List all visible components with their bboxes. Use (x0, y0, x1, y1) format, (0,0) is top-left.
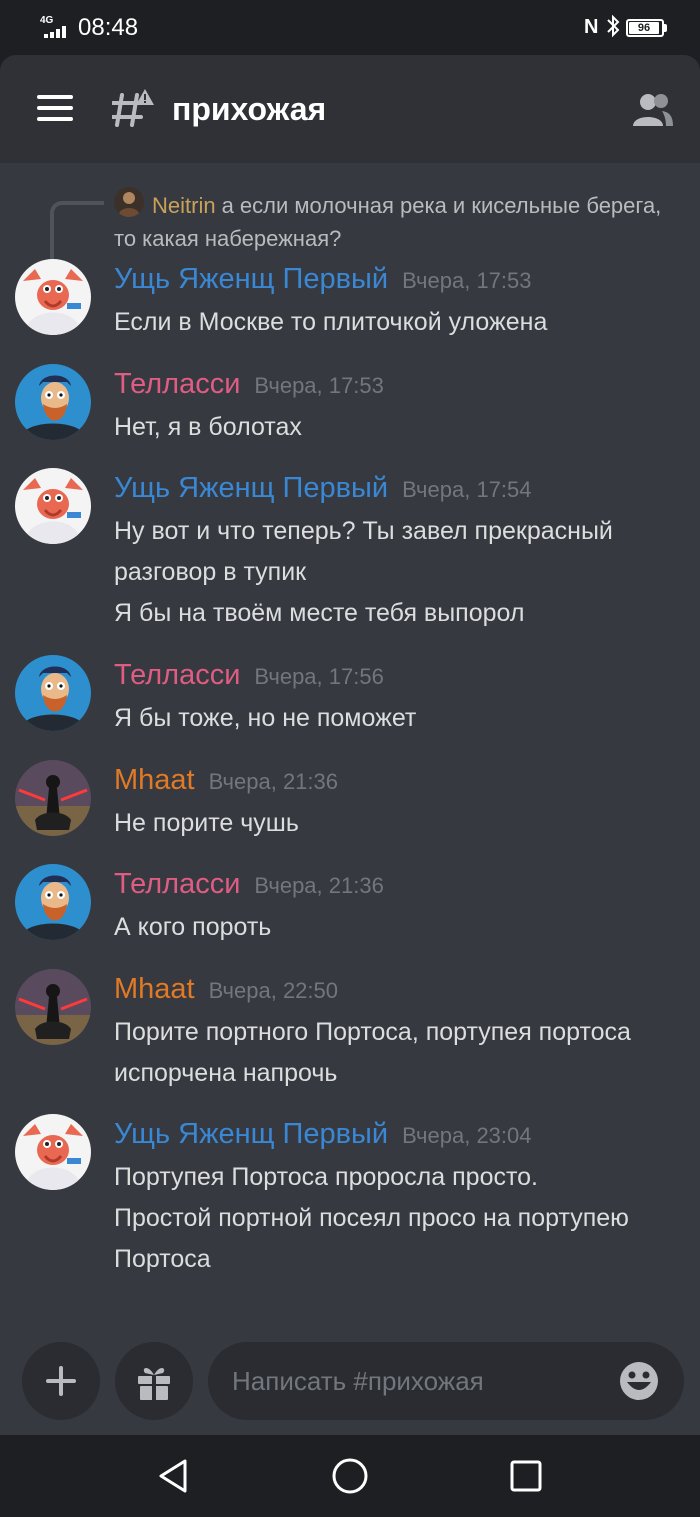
clock: 08:48 (78, 14, 139, 41)
message-author-row: Ущь Яженщ Первый Вчера, 17:54 (114, 472, 532, 505)
author-name[interactable]: Mhaat (114, 973, 195, 1005)
message-line: Не порите чушь (114, 809, 299, 837)
message-line: Если в Москве то плиточкой уложена (114, 308, 548, 336)
bearded-man-avatar[interactable] (15, 364, 91, 440)
message-composer: Написать #прихожая (0, 1323, 700, 1435)
message-body: А кого пороть (114, 907, 689, 948)
message-line: Ну вот и что теперь? Ты завел прекрасный… (114, 517, 620, 586)
message-line: Портупея Портоса проросла просто. (114, 1163, 538, 1191)
message-input-placeholder: Написать #прихожая (232, 1366, 484, 1396)
timestamp: Вчера, 17:53 (402, 268, 532, 293)
network-type: 4G (40, 15, 54, 26)
members-icon[interactable] (632, 92, 674, 128)
system-nav-bar (0, 1435, 700, 1517)
signal-icon (44, 26, 66, 38)
back-triangle-icon[interactable] (155, 1457, 193, 1495)
reply-text: Neitrin а если молочная река и кисельные … (114, 189, 674, 255)
dark-warrior-avatar[interactable] (15, 760, 91, 836)
message-author-row: Телласси Вчера, 17:53 (114, 368, 384, 401)
message-line: А кого пороть (114, 913, 272, 941)
timestamp: Вчера, 21:36 (254, 873, 384, 898)
channel-title: прихожая (172, 91, 327, 127)
message-body: Нет, я в болотах (114, 407, 689, 448)
author-name[interactable]: Ущь Яженщ Первый (114, 1118, 388, 1150)
message-author-row: Телласси Вчера, 21:36 (114, 868, 384, 901)
timestamp: Вчера, 17:54 (402, 477, 532, 502)
message-author-row: Ущь Яженщ Первый Вчера, 23:04 (114, 1118, 532, 1151)
message-input[interactable]: Написать #прихожая (208, 1342, 684, 1420)
message-line: Я бы тоже, но не поможет (114, 704, 417, 732)
emoji-icon[interactable] (618, 1360, 660, 1402)
gift-button[interactable] (115, 1342, 193, 1420)
timestamp: Вчера, 23:04 (402, 1123, 532, 1148)
timestamp: Вчера, 17:56 (254, 664, 384, 689)
battery-icon: 96 (626, 19, 664, 37)
author-name[interactable]: Ущь Яженщ Первый (114, 263, 388, 295)
message-body: Порите портного Портоса, портупея портос… (114, 1012, 689, 1094)
timestamp: Вчера, 21:36 (208, 769, 338, 794)
battery-level: 96 (629, 22, 659, 34)
hamburger-icon[interactable] (37, 95, 73, 121)
message-line: Простой портной посеял просо на портупею… (114, 1204, 636, 1273)
message-author-row: Ущь Яженщ Первый Вчера, 17:53 (114, 263, 532, 296)
plus-icon (46, 1366, 76, 1396)
author-name[interactable]: Телласси (114, 868, 240, 900)
message-list[interactable]: Neitrin а если молочная река и кисельные … (0, 163, 700, 1435)
bearded-man-avatar[interactable] (15, 864, 91, 940)
zoidberg-avatar[interactable] (15, 259, 91, 335)
add-attachment-button[interactable] (22, 1342, 100, 1420)
message-author-row: Mhaat Вчера, 21:36 (114, 764, 338, 797)
text-channel-warning-icon (112, 89, 154, 127)
message-body: Ну вот и что теперь? Ты завел прекрасный… (114, 511, 689, 634)
bearded-man-avatar[interactable] (15, 655, 91, 731)
message-author-row: Mhaat Вчера, 22:50 (114, 973, 338, 1006)
timestamp: Вчера, 22:50 (208, 978, 338, 1003)
message-line: Нет, я в болотах (114, 413, 302, 441)
dark-warrior-avatar[interactable] (15, 969, 91, 1045)
message-body: Не порите чушь (114, 803, 689, 844)
zoidberg-avatar[interactable] (15, 468, 91, 544)
message-line: Я бы на твоём месте тебя выпорол (114, 599, 525, 627)
bluetooth-icon (607, 14, 620, 38)
gift-icon (138, 1367, 170, 1400)
message-body: Я бы тоже, но не поможет (114, 698, 689, 739)
recents-square-icon[interactable] (507, 1457, 545, 1495)
message-body: Если в Москве то плиточкой уложена (114, 302, 689, 343)
reply-preview[interactable]: Neitrin а если молочная река и кисельные … (0, 185, 700, 271)
message-line: Порите портного Портоса, портупея портос… (114, 1018, 638, 1087)
channel-header: прихожая (0, 55, 700, 163)
author-name[interactable]: Телласси (114, 368, 240, 400)
message-author-row: Телласси Вчера, 17:56 (114, 659, 384, 692)
battery-tip (664, 24, 667, 32)
status-bar: 4G 08:48 N 96 (0, 0, 700, 55)
nfc-icon: N (584, 16, 599, 38)
author-name[interactable]: Ущь Яженщ Первый (114, 472, 388, 504)
timestamp: Вчера, 17:53 (254, 373, 384, 398)
author-name[interactable]: Mhaat (114, 764, 195, 796)
author-name[interactable]: Телласси (114, 659, 240, 691)
message-body: Портупея Портоса проросла просто. Просто… (114, 1157, 689, 1280)
zoidberg-avatar[interactable] (15, 1114, 91, 1190)
home-circle-icon[interactable] (331, 1457, 369, 1495)
reply-author[interactable]: Neitrin (152, 193, 216, 218)
